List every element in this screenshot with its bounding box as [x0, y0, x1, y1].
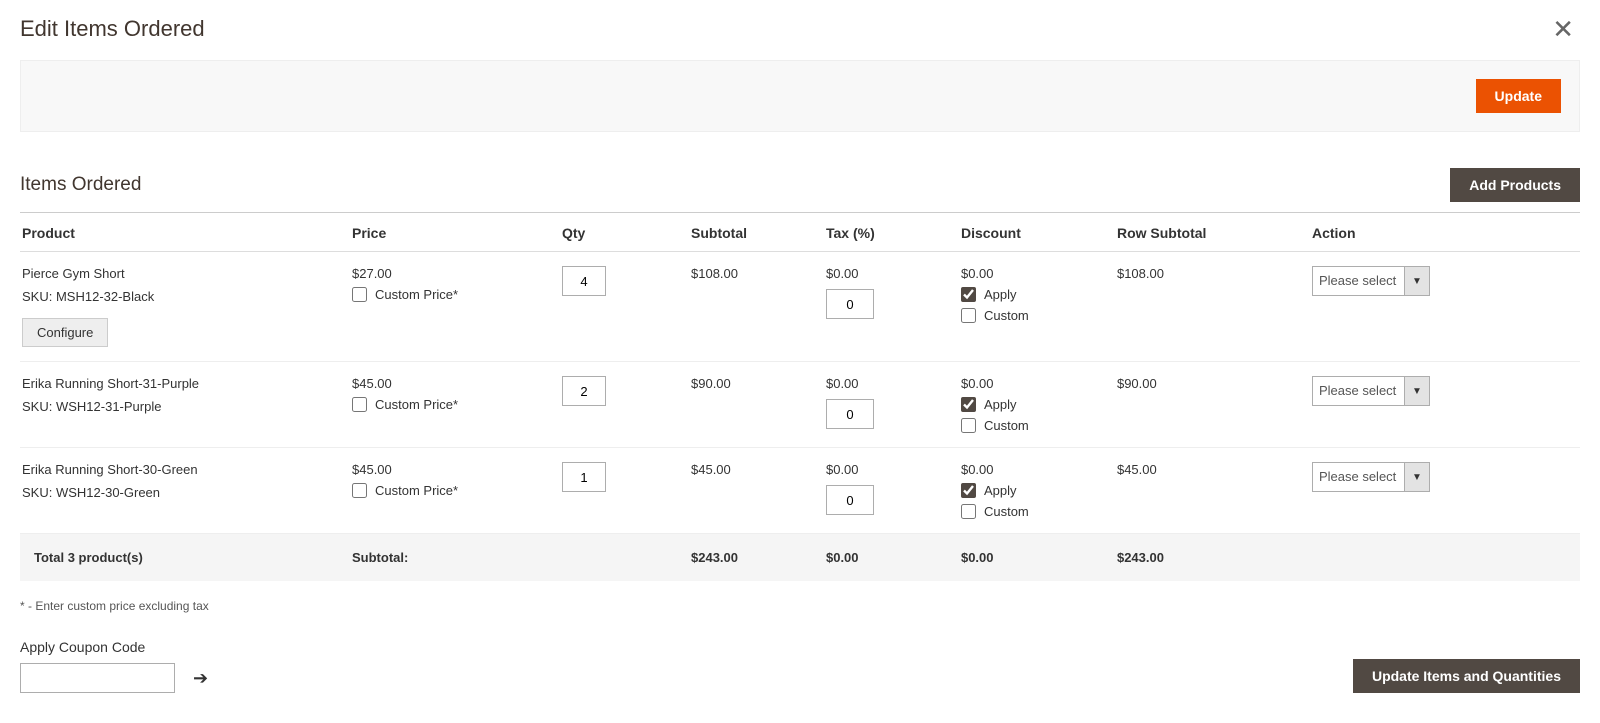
- product-sku: SKU: WSH12-31-Purple: [22, 399, 342, 414]
- footnote: * - Enter custom price excluding tax: [20, 599, 1580, 613]
- coupon-input[interactable]: [20, 663, 175, 693]
- configure-button[interactable]: Configure: [22, 318, 108, 347]
- tax-percent-input[interactable]: [826, 485, 874, 515]
- items-table: Product Price Qty Subtotal Tax (%) Disco…: [20, 213, 1580, 581]
- discount-custom-label: Custom: [984, 418, 1029, 433]
- update-items-button[interactable]: Update Items and Quantities: [1353, 659, 1580, 693]
- discount-custom-checkbox[interactable]: [961, 418, 976, 433]
- tax-amount: $0.00: [826, 266, 951, 281]
- subtotal-value: $108.00: [689, 252, 824, 362]
- tax-amount: $0.00: [826, 376, 951, 391]
- custom-price-checkbox[interactable]: [352, 397, 367, 412]
- chevron-down-icon[interactable]: ▼: [1404, 266, 1430, 296]
- col-rowsub: Row Subtotal: [1115, 213, 1310, 252]
- custom-price-label: Custom Price*: [375, 397, 458, 412]
- col-qty: Qty: [560, 213, 689, 252]
- subtotal-value: $45.00: [689, 448, 824, 534]
- custom-price-label: Custom Price*: [375, 483, 458, 498]
- add-products-button[interactable]: Add Products: [1450, 168, 1580, 202]
- discount-apply-checkbox[interactable]: [961, 483, 976, 498]
- totals-subtotal: $243.00: [689, 534, 824, 582]
- chevron-down-icon[interactable]: ▼: [1404, 462, 1430, 492]
- discount-apply-checkbox[interactable]: [961, 287, 976, 302]
- chevron-down-icon[interactable]: ▼: [1404, 376, 1430, 406]
- discount-custom-label: Custom: [984, 504, 1029, 519]
- apply-coupon-icon[interactable]: ➔: [193, 668, 208, 689]
- col-product: Product: [20, 213, 350, 252]
- subtotal-value: $90.00: [689, 362, 824, 448]
- product-name: Erika Running Short-30-Green: [22, 462, 342, 477]
- price-value: $45.00: [352, 376, 552, 391]
- qty-input[interactable]: [562, 376, 606, 406]
- totals-label: Total 3 product(s): [20, 534, 350, 582]
- qty-input[interactable]: [562, 462, 606, 492]
- totals-row: Total 3 product(s) Subtotal: $243.00 $0.…: [20, 534, 1580, 582]
- tax-percent-input[interactable]: [826, 399, 874, 429]
- action-select[interactable]: Please select▼: [1312, 266, 1430, 296]
- row-subtotal-value: $45.00: [1115, 448, 1310, 534]
- discount-custom-checkbox[interactable]: [961, 308, 976, 323]
- product-sku: SKU: MSH12-32-Black: [22, 289, 342, 304]
- price-value: $27.00: [352, 266, 552, 281]
- action-select[interactable]: Please select▼: [1312, 462, 1430, 492]
- tax-amount: $0.00: [826, 462, 951, 477]
- col-tax: Tax (%): [824, 213, 959, 252]
- table-row: Pierce Gym Short SKU: MSH12-32-Black Confi…: [20, 252, 1580, 362]
- row-subtotal-value: $108.00: [1115, 252, 1310, 362]
- product-name: Erika Running Short-31-Purple: [22, 376, 342, 391]
- table-row: Erika Running Short-30-Green SKU: WSH12-3…: [20, 448, 1580, 534]
- coupon-label: Apply Coupon Code: [20, 639, 208, 655]
- discount-amount: $0.00: [961, 462, 1107, 477]
- totals-tax: $0.00: [824, 534, 959, 582]
- product-name: Pierce Gym Short: [22, 266, 342, 281]
- discount-custom-label: Custom: [984, 308, 1029, 323]
- close-icon[interactable]: ✕: [1552, 16, 1580, 42]
- discount-apply-label: Apply: [984, 397, 1017, 412]
- totals-subtotal-label: Subtotal:: [350, 534, 560, 582]
- discount-apply-label: Apply: [984, 483, 1017, 498]
- discount-amount: $0.00: [961, 266, 1107, 281]
- qty-input[interactable]: [562, 266, 606, 296]
- table-row: Erika Running Short-31-Purple SKU: WSH12-…: [20, 362, 1580, 448]
- tax-percent-input[interactable]: [826, 289, 874, 319]
- col-discount: Discount: [959, 213, 1115, 252]
- action-select[interactable]: Please select▼: [1312, 376, 1430, 406]
- col-subtotal: Subtotal: [689, 213, 824, 252]
- col-price: Price: [350, 213, 560, 252]
- custom-price-label: Custom Price*: [375, 287, 458, 302]
- col-action: Action: [1310, 213, 1580, 252]
- discount-apply-label: Apply: [984, 287, 1017, 302]
- row-subtotal-value: $90.00: [1115, 362, 1310, 448]
- custom-price-checkbox[interactable]: [352, 483, 367, 498]
- page-title: Edit Items Ordered: [20, 16, 205, 42]
- discount-apply-checkbox[interactable]: [961, 397, 976, 412]
- custom-price-checkbox[interactable]: [352, 287, 367, 302]
- totals-discount: $0.00: [959, 534, 1115, 582]
- discount-amount: $0.00: [961, 376, 1107, 391]
- discount-custom-checkbox[interactable]: [961, 504, 976, 519]
- totals-row-subtotal: $243.00: [1115, 534, 1310, 582]
- section-title: Items Ordered: [20, 174, 141, 196]
- price-value: $45.00: [352, 462, 552, 477]
- update-button[interactable]: Update: [1476, 79, 1561, 113]
- product-sku: SKU: WSH12-30-Green: [22, 485, 342, 500]
- top-action-bar: Update: [20, 60, 1580, 132]
